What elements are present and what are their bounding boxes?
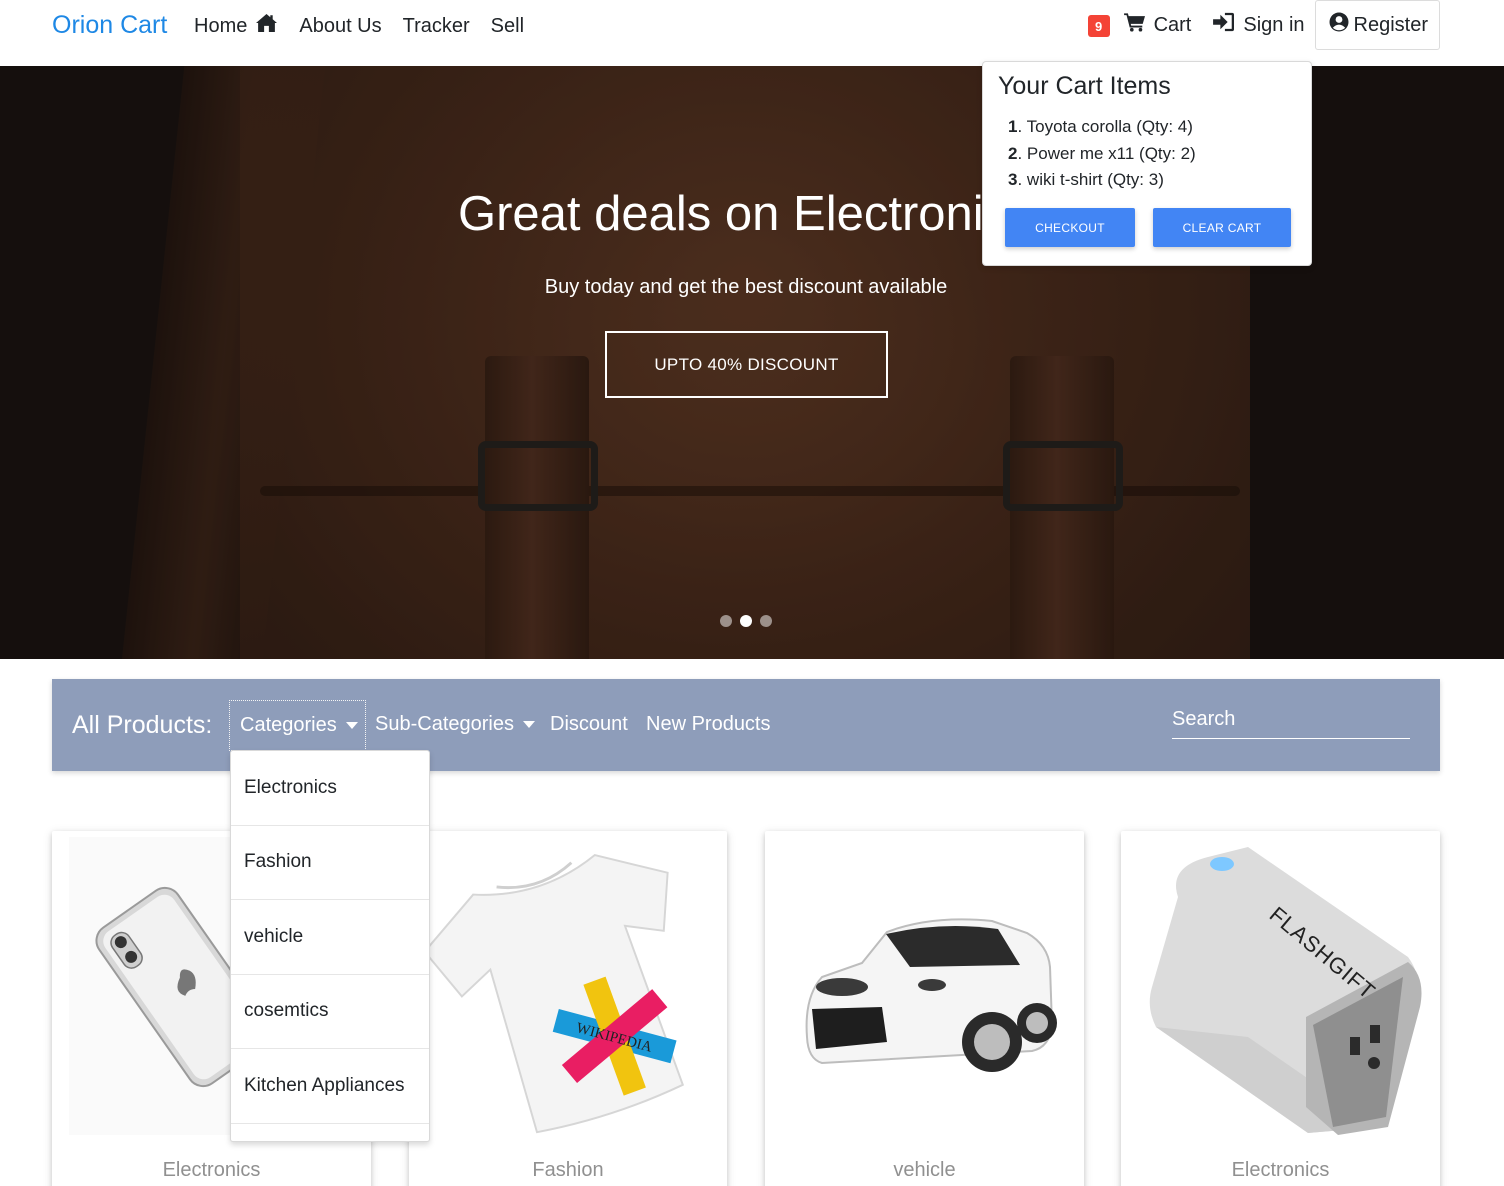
caret-down-icon	[522, 721, 535, 728]
signin-link[interactable]: Sign in	[1213, 12, 1305, 38]
nav-sell[interactable]: Sell	[491, 13, 524, 39]
cart-popover-title: Your Cart Items	[998, 72, 1171, 100]
user-circle-icon	[1329, 12, 1349, 38]
cart-item-number: 1	[1008, 117, 1018, 136]
brand-logo[interactable]: Orion Cart	[52, 11, 167, 40]
cart-items-list: 1. Toyota corolla (Qty: 4) 2. Power me x…	[1008, 114, 1196, 194]
product-category-label: vehicle	[893, 1159, 956, 1181]
nav-about[interactable]: About Us	[299, 13, 381, 39]
product-category-label: Fashion	[532, 1159, 604, 1181]
nav-links: Home About Us Tracker Sell	[194, 13, 524, 39]
hero-subtitle: Buy today and get the best discount avai…	[544, 276, 948, 298]
home-icon	[255, 13, 278, 39]
carousel-dot-active[interactable]	[740, 615, 752, 627]
carousel-dot[interactable]	[760, 615, 772, 627]
cart-item: 3. wiki t-shirt (Qty: 3)	[1008, 170, 1164, 189]
cart-item: 1. Toyota corolla (Qty: 4)	[1008, 117, 1193, 136]
dropdown-item-electronics[interactable]: Electronics	[231, 751, 429, 826]
new-products-link[interactable]: New Products	[646, 713, 771, 736]
product-card[interactable]: vehicle	[765, 831, 1084, 1186]
cart-item-text: wiki t-shirt (Qty: 3)	[1026, 170, 1164, 189]
caret-down-icon	[345, 722, 358, 729]
register-label: Register	[1353, 13, 1428, 36]
product-card[interactable]: WIKIPEDIA Fashion	[409, 831, 727, 1186]
discount-filter-link[interactable]: Discount	[550, 713, 628, 736]
carousel-indicators	[720, 615, 772, 627]
search-input[interactable]	[1172, 701, 1410, 739]
carousel-dot[interactable]	[720, 615, 732, 627]
all-products-label: All Products:	[72, 711, 213, 739]
cart-item-text: Toyota corolla (Qty: 4)	[1026, 117, 1193, 136]
sign-in-icon	[1213, 12, 1235, 38]
cart-item-number: 3	[1008, 170, 1018, 189]
dropdown-item-kitchen-appliances[interactable]: Kitchen Appliances	[231, 1049, 429, 1124]
product-category-label: Electronics	[162, 1159, 261, 1181]
cart-icon	[1123, 12, 1146, 38]
discount-button[interactable]: UPTO 40% DISCOUNT	[605, 331, 888, 398]
nav-home-label: Home	[194, 14, 248, 37]
checkout-button[interactable]: CHECKOUT	[1005, 208, 1135, 247]
nav-right: 9 Cart Sign in Register	[1087, 0, 1440, 50]
dropdown-item-vehicle[interactable]: vehicle	[231, 900, 429, 975]
cart-count-badge: 9	[1087, 15, 1110, 37]
cart-label: Cart	[1153, 13, 1192, 36]
cart-popover: Your Cart Items 1. Toyota corolla (Qty: …	[982, 61, 1312, 266]
nav-tracker[interactable]: Tracker	[403, 13, 470, 39]
categories-dropdown-toggle[interactable]: Categories	[229, 700, 366, 751]
nav-home[interactable]: Home	[194, 13, 278, 39]
product-card[interactable]: FLASHGIFT Electronics	[1121, 831, 1440, 1186]
product-image-power-bank[interactable]: FLASHGIFT	[1138, 837, 1423, 1135]
cart-link[interactable]: Cart	[1123, 12, 1192, 38]
product-image-car[interactable]	[782, 837, 1067, 1135]
navbar: Orion Cart Home About Us Tracker Sell 9 …	[0, 0, 1504, 66]
product-image-tshirt[interactable]: WIKIPEDIA	[423, 837, 708, 1135]
product-category-label: Electronics	[1231, 1159, 1330, 1181]
categories-dropdown-menu: Electronics Fashion vehicle cosemtics Ki…	[230, 750, 430, 1142]
subcategories-dropdown-toggle[interactable]: Sub-Categories	[375, 713, 535, 736]
cart-item: 2. Power me x11 (Qty: 2)	[1008, 143, 1196, 163]
clear-cart-button[interactable]: CLEAR CART	[1153, 208, 1291, 247]
subcategories-label: Sub-Categories	[375, 713, 514, 735]
categories-label: Categories	[240, 714, 337, 736]
signin-label: Sign in	[1243, 13, 1305, 36]
register-button[interactable]: Register	[1314, 0, 1440, 50]
dropdown-item-cosmetics[interactable]: cosemtics	[231, 975, 429, 1049]
cart-item-number: 2	[1008, 143, 1018, 163]
dropdown-item-fashion[interactable]: Fashion	[231, 826, 429, 900]
cart-item-text: Power me x11 (Qty: 2)	[1026, 143, 1196, 163]
hero-title: Great deals on Electroni	[458, 187, 984, 241]
